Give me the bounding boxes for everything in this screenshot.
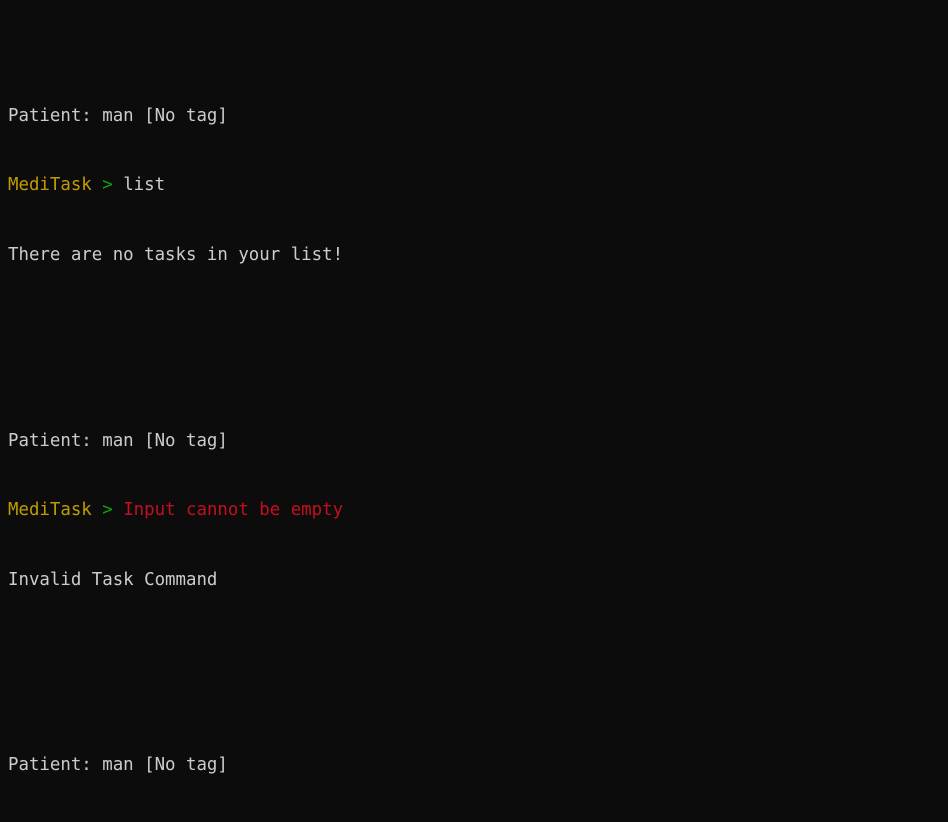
patient-status-text: Patient: man [No tag] — [8, 755, 228, 776]
patient-status-line: Patient: man [No tag] — [8, 430, 948, 453]
command-output-text: There are no tasks in your list! — [8, 245, 344, 265]
prompt-symbol: > — [91, 500, 124, 521]
terminal-screen[interactable]: Patient: man [No tag] MediTask > list Th… — [0, 0, 948, 822]
meditask-prompt-line: MediTask > list — [8, 174, 948, 197]
patient-status-line: Patient: man [No tag] — [8, 754, 948, 777]
command-output-text: Invalid Task Command — [8, 569, 218, 590]
command-output-line: Invalid Task Command — [8, 569, 948, 592]
input-error-text: Input cannot be empty — [123, 500, 344, 521]
patient-status-text: Patient: man [No tag] — [8, 105, 228, 126]
prompt-symbol: > — [91, 175, 124, 196]
meditask-prompt-line: MediTask > Input cannot be empty — [8, 499, 948, 522]
patient-status-line: Patient: man [No tag] — [8, 105, 948, 128]
command-output-line: There are no tasks in your list! — [8, 244, 948, 267]
patient-status-text: Patient: man [No tag] — [8, 430, 228, 451]
user-command-text: list — [123, 175, 166, 196]
meditask-brand-label: MediTask — [8, 500, 92, 521]
meditask-brand-label: MediTask — [8, 175, 92, 196]
